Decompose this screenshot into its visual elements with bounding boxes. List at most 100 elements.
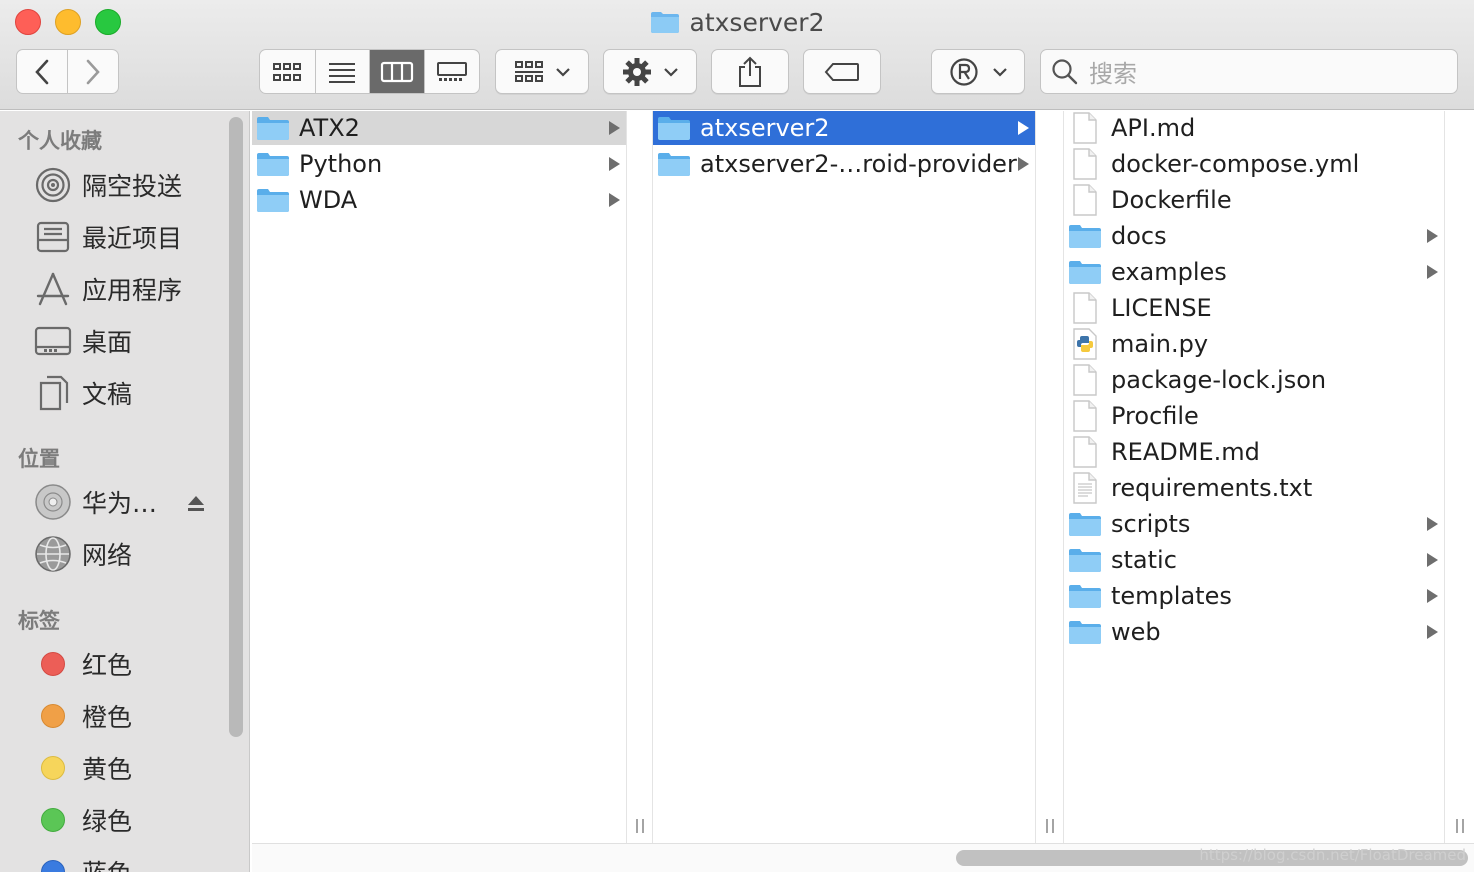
folder-icon (650, 12, 679, 33)
list-item-label: examples (1111, 258, 1227, 286)
list-item[interactable]: docs (1064, 219, 1444, 253)
list-view-button[interactable] (316, 50, 370, 93)
sidebar-item-tag-blue[interactable]: 蓝色 (34, 852, 132, 872)
group-by-button[interactable] (495, 49, 589, 94)
folder-icon (1068, 257, 1102, 287)
sidebar-item-label: 隔空投送 (82, 172, 183, 201)
icon-view-button[interactable] (260, 50, 316, 93)
column-1: ATX2 Python WDA (252, 111, 626, 843)
gallery-icon (436, 61, 467, 81)
extension-menu-button[interactable] (931, 49, 1025, 94)
column-resize-handle[interactable] (1444, 111, 1474, 843)
forward-button[interactable] (68, 50, 119, 93)
list-item[interactable]: WDA (252, 183, 626, 217)
list-item[interactable]: Dockerfile (1064, 183, 1444, 217)
sidebar-item-tag-red[interactable]: 红色 (34, 644, 132, 684)
columns-icon (380, 61, 413, 82)
sidebar-item-tag-orange[interactable]: 橙色 (34, 696, 132, 736)
grip-icon (1045, 819, 1054, 833)
file-icon (1068, 184, 1102, 216)
chevron-down-icon (556, 67, 570, 77)
blue-tag-dot-icon (41, 860, 65, 872)
column-resize-handle[interactable] (626, 111, 653, 843)
edit-tags-button[interactable] (803, 49, 881, 94)
airdrop-icon (34, 166, 72, 204)
folder-icon (657, 149, 691, 179)
list-item[interactable]: scripts (1064, 507, 1444, 541)
list-item[interactable]: package-lock.json (1064, 363, 1444, 397)
sidebar-item-label: 华为… (82, 489, 158, 518)
sidebar-item-airdrop[interactable]: 隔空投送 (34, 165, 182, 205)
sidebar-item-applications[interactable]: 应用程序 (34, 269, 182, 309)
watermark: https://blog.csdn.net/FloatDreamed (1199, 846, 1466, 864)
icon-grid-icon (273, 62, 302, 81)
list-item-label: web (1111, 618, 1161, 646)
list-item[interactable]: Procfile (1064, 399, 1444, 433)
list-item[interactable]: requirements.txt (1064, 471, 1444, 505)
gear-icon (623, 57, 651, 86)
folder-icon (1068, 545, 1102, 575)
sidebar-item-disk[interactable]: 华为… (34, 482, 157, 522)
disclosure-arrow-icon (1427, 625, 1438, 639)
list-item-label: README.md (1111, 438, 1260, 466)
green-tag-dot-icon (41, 808, 65, 832)
list-item[interactable]: docker-compose.yml (1064, 147, 1444, 181)
list-item-label: Python (299, 150, 383, 178)
file-icon (1068, 400, 1102, 432)
search-field[interactable]: 搜索 (1040, 49, 1458, 94)
file-icon (1068, 364, 1102, 396)
disk-icon (34, 483, 72, 521)
list-item[interactable]: examples (1064, 255, 1444, 289)
list-item[interactable]: atxserver2 (653, 111, 1035, 145)
list-icon (329, 62, 356, 83)
disclosure-arrow-icon (1427, 265, 1438, 279)
desktop-icon (34, 322, 72, 360)
chevron-left-icon (34, 59, 49, 84)
sidebar-item-network[interactable]: 网络 (34, 534, 132, 574)
list-item[interactable]: ATX2 (252, 111, 626, 145)
sidebar-item-tag-green[interactable]: 绿色 (34, 800, 132, 840)
disclosure-arrow-icon (1427, 517, 1438, 531)
list-item-label: static (1111, 546, 1177, 574)
sidebar-scrollbar[interactable] (229, 117, 243, 737)
action-menu-button[interactable] (603, 49, 697, 94)
list-item-label: templates (1111, 582, 1232, 610)
list-item[interactable]: templates (1064, 579, 1444, 613)
list-item[interactable]: main.py (1064, 327, 1444, 361)
list-item[interactable]: README.md (1064, 435, 1444, 469)
share-button[interactable] (711, 49, 789, 94)
sidebar-item-label: 文稿 (82, 380, 133, 409)
list-item[interactable]: LICENSE (1064, 291, 1444, 325)
disclosure-arrow-icon (1427, 589, 1438, 603)
list-item[interactable]: Python (252, 147, 626, 181)
list-item[interactable]: API.md (1064, 111, 1444, 145)
sidebar-item-label: 蓝色 (82, 854, 132, 872)
sidebar-item-desktop[interactable]: 桌面 (34, 321, 132, 361)
sidebar-item-label: 应用程序 (82, 276, 183, 305)
orange-tag-dot-icon (41, 704, 65, 728)
disclosure-arrow-icon (609, 157, 620, 171)
folder-icon (256, 149, 290, 179)
list-item[interactable]: static (1064, 543, 1444, 577)
list-item[interactable]: web (1064, 615, 1444, 649)
group-grid-icon (515, 60, 543, 82)
sidebar-item-recents[interactable]: 最近项目 (34, 217, 182, 257)
sidebar-item-tag-yellow[interactable]: 黄色 (34, 748, 132, 788)
eject-icon[interactable] (186, 493, 206, 513)
back-button[interactable] (17, 50, 68, 93)
column-resize-handle[interactable] (1035, 111, 1064, 843)
folder-icon (1068, 617, 1102, 647)
sidebar-item-label: 桌面 (82, 328, 133, 357)
recents-icon (34, 218, 72, 256)
sidebar-item-documents[interactable]: 文稿 (34, 373, 132, 413)
grip-icon (635, 819, 644, 833)
list-item[interactable]: atxserver2-…roid-provider (653, 147, 1035, 181)
column-view-button[interactable] (370, 50, 425, 93)
disclosure-arrow-icon (609, 121, 620, 135)
navigation-buttons (16, 49, 119, 94)
folder-icon (1068, 221, 1102, 251)
gallery-view-button[interactable] (425, 50, 480, 93)
file-icon (1068, 436, 1102, 468)
list-item-label: package-lock.json (1111, 366, 1327, 394)
network-icon (34, 535, 72, 573)
